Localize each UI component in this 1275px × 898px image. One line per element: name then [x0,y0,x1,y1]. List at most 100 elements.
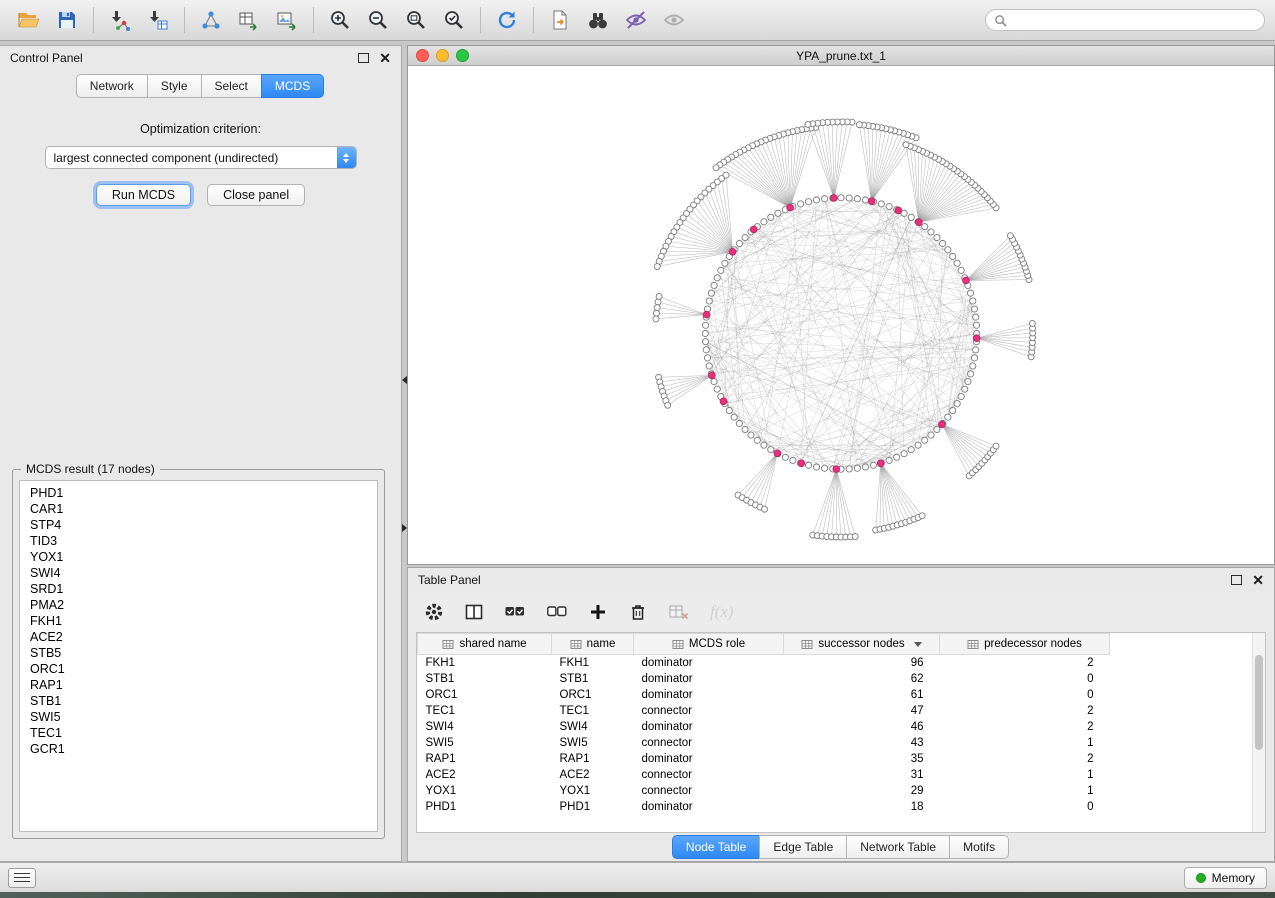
table-row[interactable]: SWI5SWI5connector431 [418,735,1266,751]
table-row[interactable]: FKH1FKH1dominator962 [418,655,1266,672]
network-canvas[interactable] [408,66,1274,564]
tab-network-table[interactable]: Network Table [846,835,950,859]
mcds-result-item[interactable]: ACE2 [30,629,367,645]
zoom-fit-button[interactable] [397,4,435,36]
add-row-button[interactable] [588,602,608,622]
tab-edge-table[interactable]: Edge Table [759,835,847,859]
refresh-view-button[interactable] [488,4,526,36]
table-row[interactable]: RAP1RAP1dominator352 [418,751,1266,767]
mcds-result-item[interactable]: YOX1 [30,549,367,565]
control-panel-header: Control Panel ✕ [0,46,401,70]
run-mcds-button[interactable]: Run MCDS [96,184,191,206]
memory-button[interactable]: Memory [1184,867,1267,889]
column-header-mcds-role[interactable]: MCDS role [634,634,784,655]
control-panel-title: Control Panel [10,51,83,65]
column-header-successor-nodes[interactable]: successor nodes [784,634,940,655]
mcds-result-item[interactable]: STB1 [30,693,367,709]
table-scrollbar-thumb[interactable] [1255,655,1263,750]
zoom-out-button[interactable] [359,4,397,36]
mcds-result-item[interactable]: PMA2 [30,597,367,613]
table-row[interactable]: STB1STB1dominator620 [418,671,1266,687]
column-grid-icon [570,639,582,650]
table-row[interactable]: YOX1YOX1connector291 [418,783,1266,799]
mcds-result-item[interactable]: TEC1 [30,725,367,741]
window-minimize-light[interactable] [436,49,449,62]
export-network-icon [200,9,222,31]
function-builder-button[interactable]: f(x) [710,602,734,622]
search-input[interactable] [1012,12,1256,28]
mcds-result-item[interactable]: PHD1 [30,485,367,501]
table-scrollbar[interactable] [1252,633,1265,832]
mcds-result-item[interactable]: TID3 [30,533,367,549]
column-grid-icon [801,639,813,650]
save-session-button[interactable] [48,4,86,36]
tab-select[interactable]: Select [201,74,262,98]
column-header-shared-name[interactable]: shared name [418,634,552,655]
tab-network[interactable]: Network [76,74,148,98]
export-image-button[interactable] [268,4,306,36]
select-all-icon [504,602,526,622]
show-selection-button[interactable] [655,4,693,36]
float-table-panel-button[interactable] [1231,575,1242,585]
tab-node-table[interactable]: Node Table [672,835,761,859]
table-row[interactable]: ACE2ACE2connector311 [418,767,1266,783]
export-table-icon [238,9,260,31]
table-toolbar: f(x) [408,592,1274,632]
hamburger-icon [14,873,30,875]
table-row[interactable]: PHD1PHD1dominator180 [418,799,1266,815]
float-panel-button[interactable] [358,53,369,63]
show-column-button[interactable] [464,602,484,622]
export-network-button[interactable] [192,4,230,36]
unselect-all-button[interactable] [546,602,568,622]
close-table-panel-button[interactable]: ✕ [1252,574,1264,586]
delete-row-button[interactable] [628,602,648,622]
hide-selection-button[interactable] [617,4,655,36]
table-row[interactable]: ORC1ORC1dominator610 [418,687,1266,703]
export-table-button[interactable] [230,4,268,36]
mcds-result-item[interactable]: CAR1 [30,501,367,517]
mcds-result-item[interactable]: STP4 [30,517,367,533]
mcds-result-item[interactable]: SRD1 [30,581,367,597]
tab-mcds[interactable]: MCDS [261,74,324,98]
mcds-result-item[interactable]: ORC1 [30,661,367,677]
search-field[interactable] [985,9,1265,31]
trash-icon [628,602,648,622]
mcds-result-item[interactable]: GCR1 [30,741,367,757]
network-window-title: YPA_prune.txt_1 [408,49,1274,63]
mcds-result-list[interactable]: PHD1CAR1STP4TID3YOX1SWI4SRD1PMA2FKH1ACE2… [19,480,378,832]
table-row[interactable]: TEC1TEC1connector472 [418,703,1266,719]
zoom-in-button[interactable] [321,4,359,36]
select-all-button[interactable] [504,602,526,622]
network-graph[interactable] [408,66,1274,564]
table-panel: Table Panel ✕ [407,567,1275,862]
share-document-button[interactable] [541,4,579,36]
zoom-selected-button[interactable] [435,4,473,36]
import-table-button[interactable] [139,4,177,36]
tab-motifs[interactable]: Motifs [949,835,1009,859]
status-menu-button[interactable] [8,868,36,888]
delete-table-button[interactable] [668,602,690,622]
mcds-result-title: MCDS result (17 nodes) [21,462,160,476]
mcds-result-item[interactable]: RAP1 [30,677,367,693]
close-panel-button-inner[interactable]: Close panel [207,184,305,206]
window-maximize-light[interactable] [456,49,469,62]
optimization-criterion-dropdown[interactable]: largest connected component (undirected) [45,146,357,169]
table-settings-button[interactable] [424,602,444,622]
mcds-result-item[interactable]: SWI5 [30,709,367,725]
window-close-light[interactable] [416,49,429,62]
close-panel-button[interactable]: ✕ [379,52,391,64]
binoculars-button[interactable] [579,4,617,36]
column-header-name[interactable]: name [552,634,634,655]
table-header-row: shared name name MCDS role successor n [418,634,1266,655]
table-panel-header: Table Panel ✕ [408,568,1274,592]
main-toolbar [0,0,1275,41]
zoom-selected-icon [443,9,465,31]
mcds-result-item[interactable]: FKH1 [30,613,367,629]
column-header-predecessor-nodes[interactable]: predecessor nodes [940,634,1110,655]
open-file-button[interactable] [10,4,48,36]
table-row[interactable]: SWI4SWI4dominator462 [418,719,1266,735]
mcds-result-item[interactable]: STB5 [30,645,367,661]
import-network-button[interactable] [101,4,139,36]
mcds-result-item[interactable]: SWI4 [30,565,367,581]
tab-style[interactable]: Style [147,74,202,98]
